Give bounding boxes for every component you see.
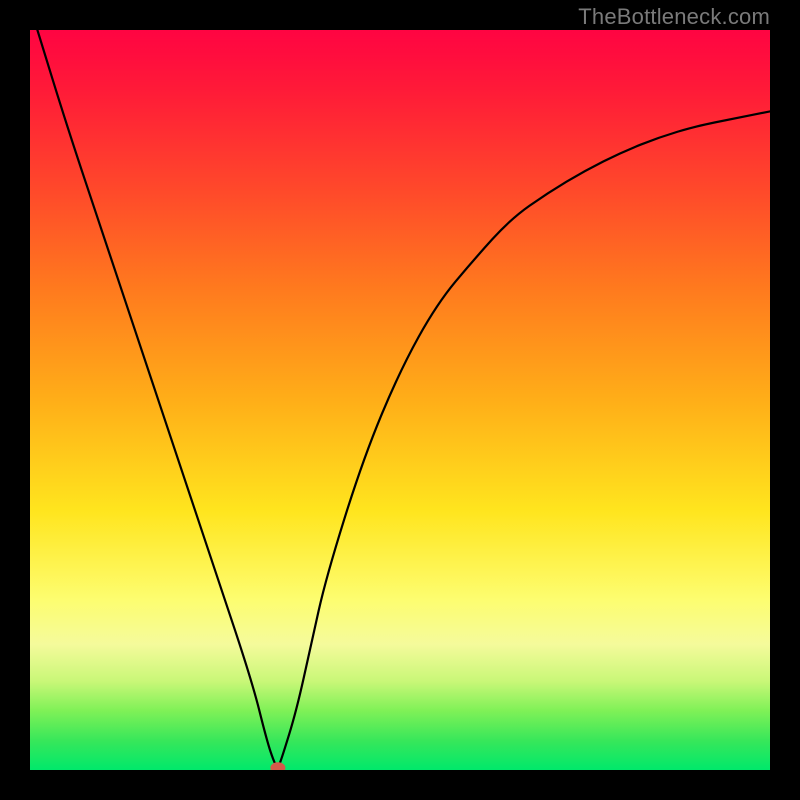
bottleneck-curve [37,30,770,766]
plot-area [30,30,770,770]
curve-minimum-marker [271,763,285,770]
curve-overlay [30,30,770,770]
chart-frame: TheBottleneck.com [0,0,800,800]
watermark-text: TheBottleneck.com [578,4,770,30]
